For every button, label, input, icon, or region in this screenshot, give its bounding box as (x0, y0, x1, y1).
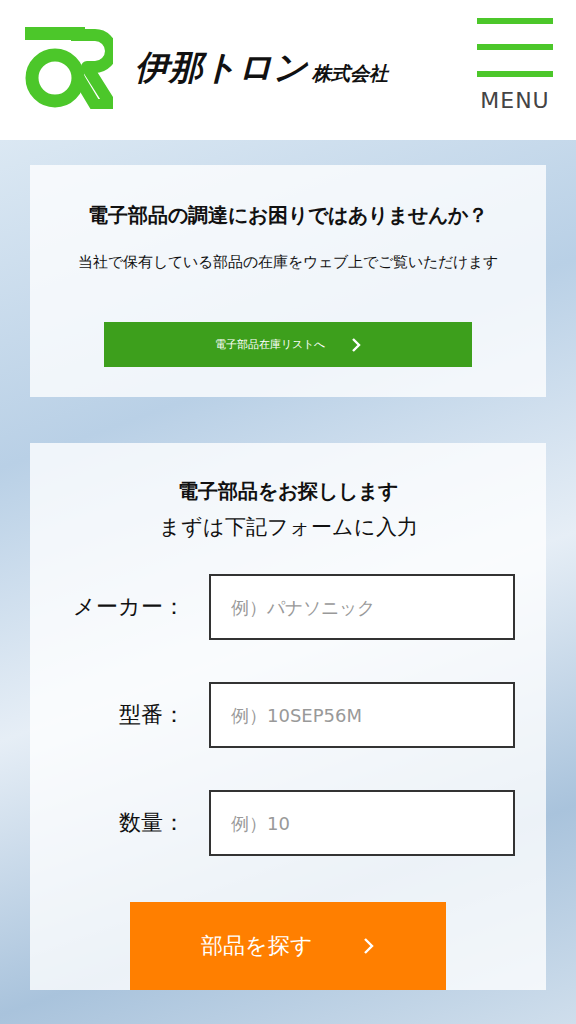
site-header: 伊那トロン株式会社 MENU (0, 0, 576, 140)
stock-button-label: 電子部品在庫リストへ (215, 337, 325, 352)
field-label: 数量： (60, 808, 185, 838)
search-form: メーカー： 型番： 数量： (30, 574, 546, 856)
field-label: 型番： (60, 700, 185, 730)
logo-mark-icon (25, 27, 113, 109)
search-title: 電子部品をお探しします (178, 476, 398, 506)
menu-label: MENU (480, 88, 549, 113)
search-button-label: 部品を探す (201, 931, 313, 961)
search-button[interactable]: 部品を探す (130, 902, 446, 990)
menu-button[interactable]: MENU (477, 18, 553, 113)
stock-card: 電子部品の調達にお困りではありませんか？ 当社で保有している部品の在庫をウェブ上で… (30, 165, 546, 397)
page: 伊那トロン株式会社 MENU 電子部品の調達にお困りではありませんか？ 当社で保有して… (0, 0, 576, 1024)
stock-list-button[interactable]: 電子部品在庫リストへ (104, 322, 472, 367)
hero-background: 電子部品の調達にお困りではありませんか？ 当社で保有している部品の在庫をウェブ上で… (0, 140, 576, 1024)
company-logo[interactable]: 伊那トロン株式会社 (25, 27, 388, 109)
logo-text: 伊那トロン (135, 45, 308, 91)
search-card: 電子部品をお探ししますまずは下記フォームに入力メーカー： 型番： 数量： 部品を探す (30, 443, 546, 990)
chevron-right-icon (363, 937, 375, 955)
stock-title: 電子部品の調達にお困りではありませんか？ (88, 200, 488, 230)
hamburger-icon (477, 18, 553, 80)
field-input[interactable] (209, 682, 515, 748)
logo-suffix: 株式会社 (312, 61, 388, 87)
field-input[interactable] (209, 574, 515, 640)
search-subtitle: まずは下記フォームに入力 (159, 512, 418, 542)
field-input[interactable] (209, 790, 515, 856)
stock-description: 当社で保有している部品の在庫をウェブ上でご覧いただけます (78, 248, 498, 276)
chevron-right-icon (351, 337, 361, 353)
field-label: メーカー： (60, 592, 185, 622)
